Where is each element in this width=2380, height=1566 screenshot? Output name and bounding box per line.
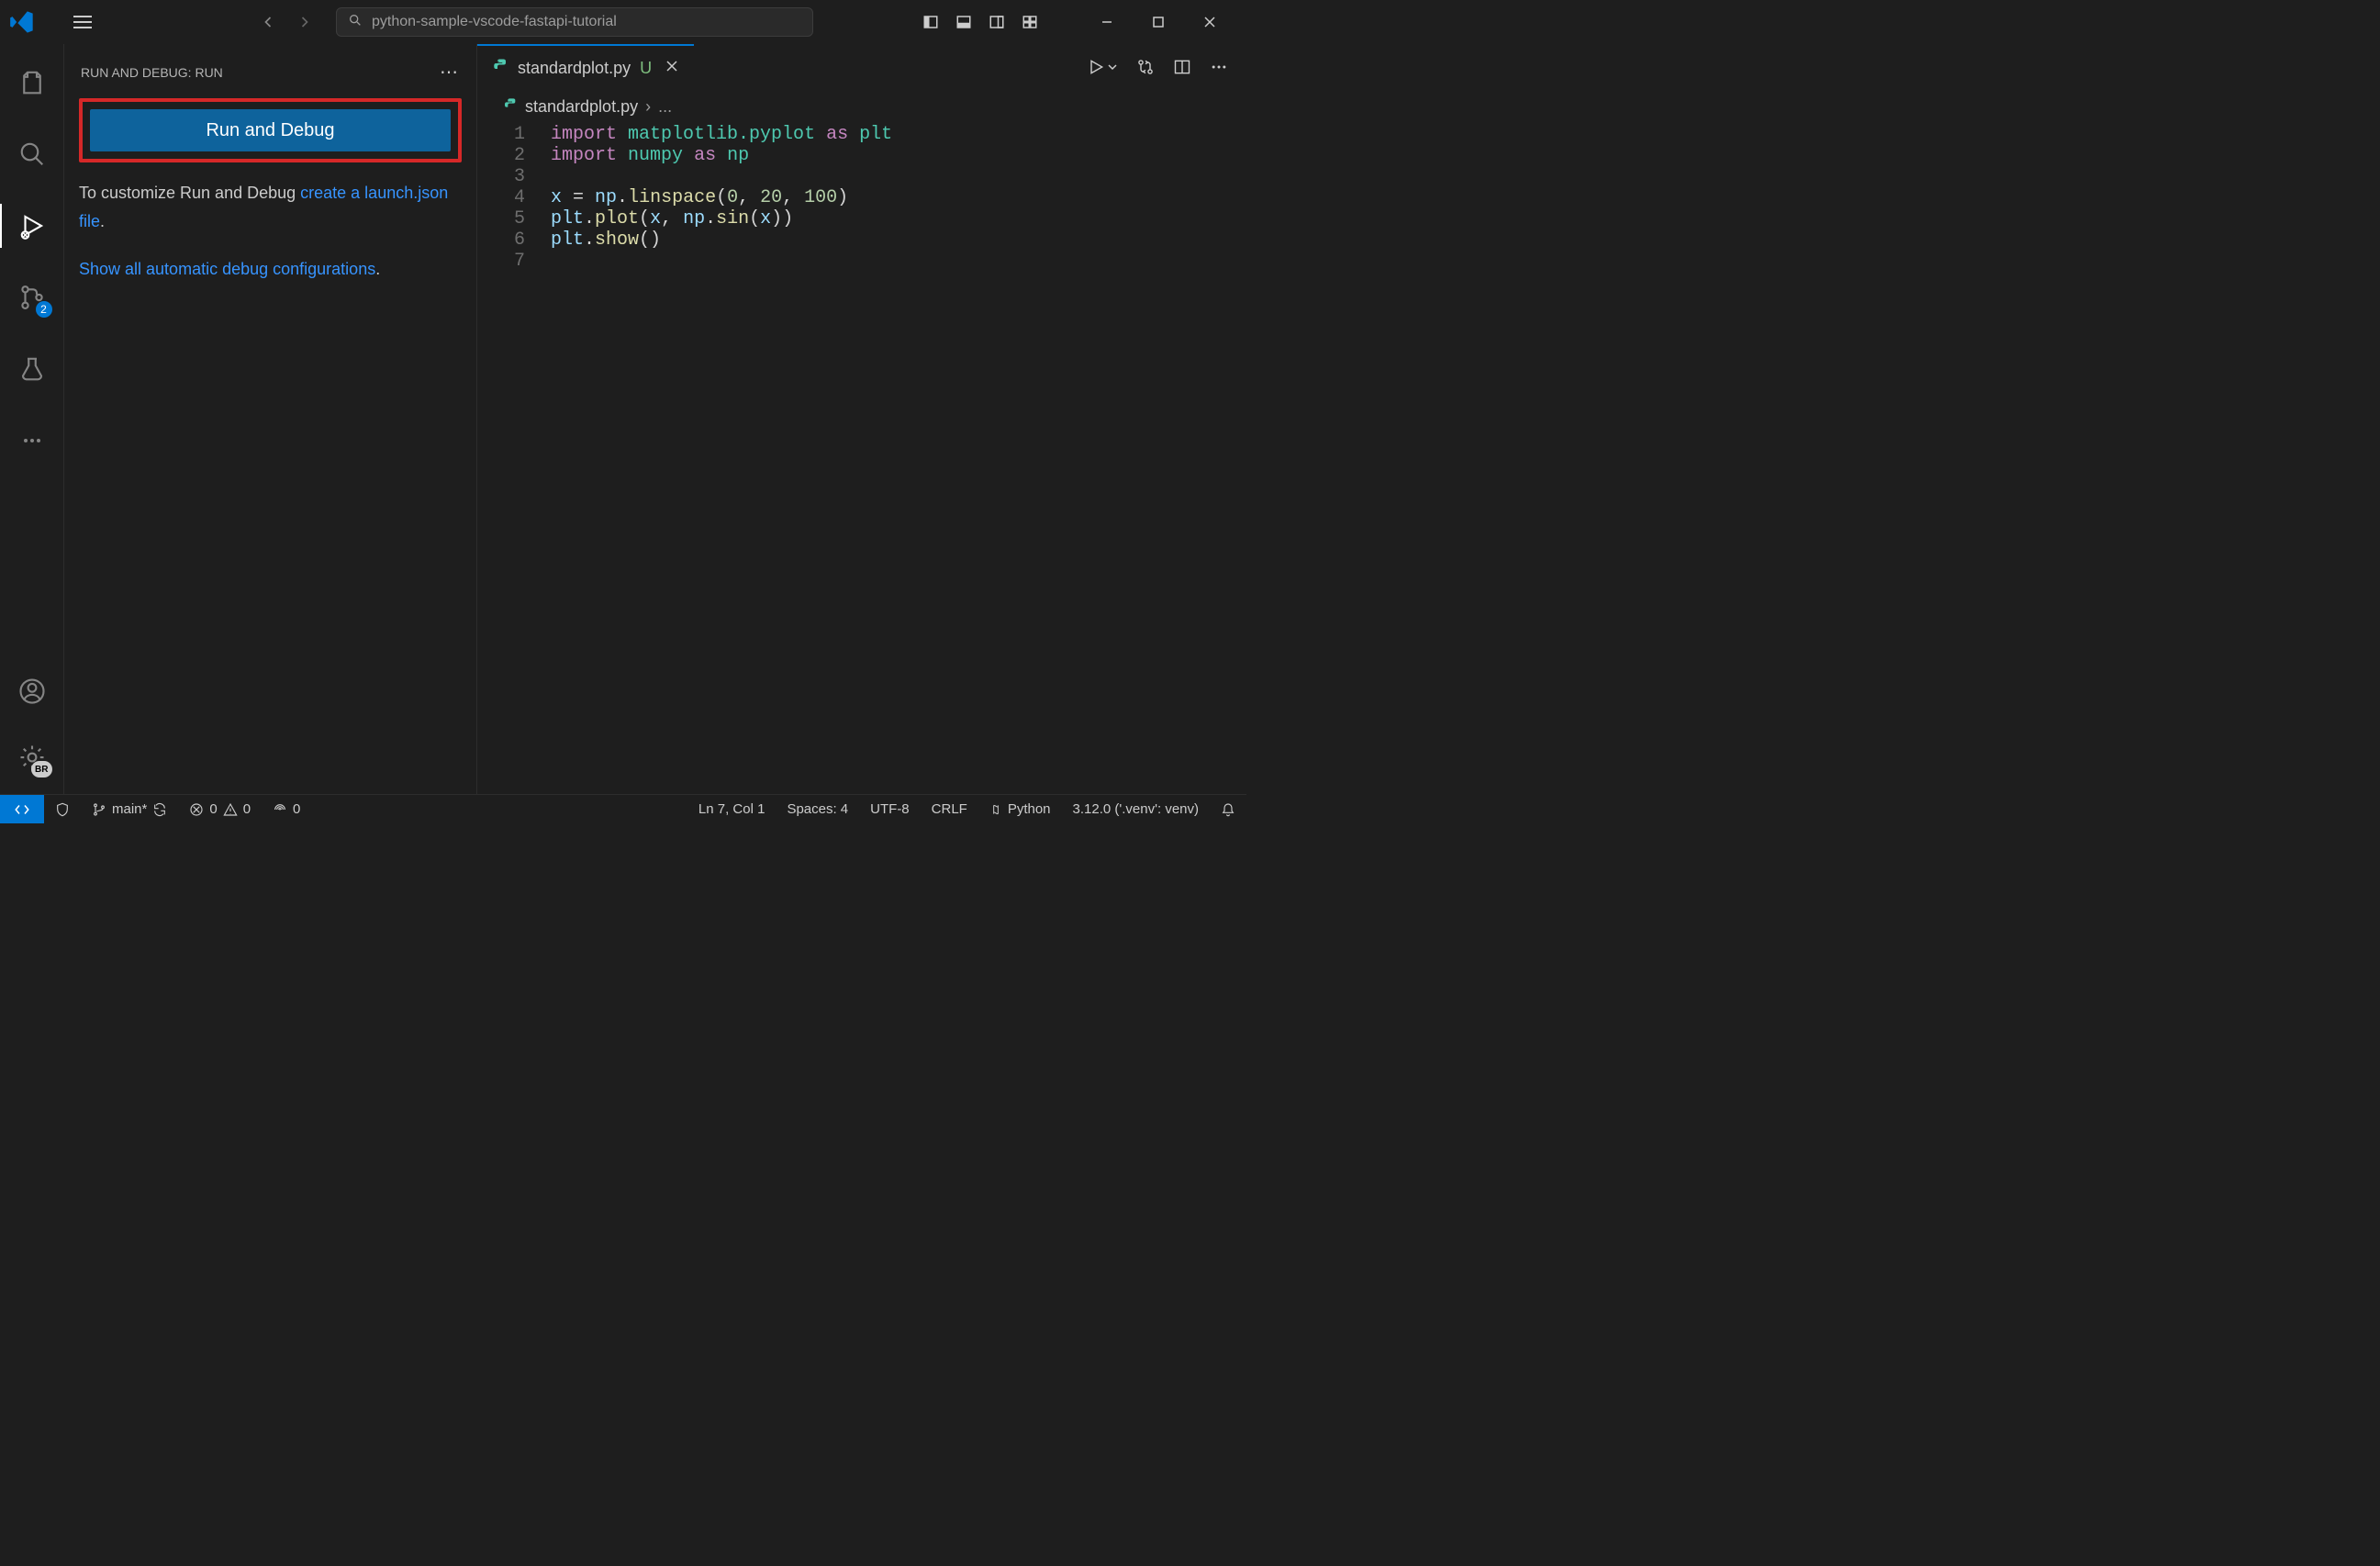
editor-more-icon[interactable] [1210, 58, 1228, 76]
tab-standardplot[interactable]: standardplot.py U [477, 44, 694, 90]
git-compare-icon[interactable] [1136, 58, 1155, 76]
line-number: 4 [477, 187, 551, 208]
code-editor[interactable]: 1import matplotlib.pyplot as plt 2import… [477, 124, 1246, 272]
nav-forward-icon[interactable] [288, 6, 321, 39]
breadcrumb-more: ... [658, 97, 672, 117]
branch-name: main* [112, 801, 147, 817]
layout-customize-icon[interactable] [1015, 7, 1045, 37]
split-editor-icon[interactable] [1173, 58, 1191, 76]
notifications-icon[interactable] [1210, 795, 1246, 823]
run-file-icon[interactable] [1087, 58, 1118, 76]
breadcrumb-separator-icon: › [645, 97, 651, 117]
breadcrumb-file: standardplot.py [525, 97, 638, 117]
encoding[interactable]: UTF-8 [859, 795, 921, 823]
explorer-icon[interactable] [10, 61, 54, 105]
tab-modified-badge: U [640, 59, 652, 78]
layout-sidebar-left-icon[interactable] [916, 7, 945, 37]
additional-views-icon[interactable] [10, 419, 54, 463]
command-center-text: python-sample-vscode-fastapi-tutorial [372, 14, 617, 30]
activity-bar: 2 BR [0, 44, 64, 794]
problems[interactable]: 0 0 [178, 795, 262, 823]
error-count: 0 [209, 801, 217, 817]
remote-indicator-icon[interactable] [0, 795, 44, 823]
search-icon [348, 13, 363, 32]
port-count: 0 [293, 801, 300, 817]
sidebar-more-icon[interactable]: ⋯ [440, 61, 460, 84]
menu-icon[interactable] [68, 10, 97, 34]
trust-icon[interactable] [44, 795, 81, 823]
editor-tabs: standardplot.py U [477, 44, 1246, 90]
run-and-debug-button[interactable]: Run and Debug [90, 109, 451, 151]
search-activity-icon[interactable] [10, 132, 54, 176]
customize-text: To customize Run and Debug [79, 184, 300, 202]
nav-back-icon[interactable] [251, 6, 285, 39]
minimize-icon[interactable] [1089, 4, 1125, 40]
line-number: 5 [477, 208, 551, 229]
ports[interactable]: 0 [262, 795, 311, 823]
layout-sidebar-right-icon[interactable] [982, 7, 1011, 37]
indentation[interactable]: Spaces: 4 [776, 795, 859, 823]
scm-badge: 2 [36, 301, 52, 318]
layout-panel-icon[interactable] [949, 7, 978, 37]
line-number: 3 [477, 166, 551, 187]
breadcrumb[interactable]: standardplot.py › ... [477, 90, 1246, 124]
python-file-icon [492, 58, 508, 79]
titlebar: python-sample-vscode-fastapi-tutorial [0, 0, 1246, 44]
editor-area: standardplot.py U [477, 44, 1246, 794]
maximize-icon[interactable] [1140, 4, 1177, 40]
python-interpreter[interactable]: 3.12.0 ('.venv': venv) [1062, 795, 1210, 823]
run-highlight-box: Run and Debug [79, 98, 462, 162]
testing-icon[interactable] [10, 347, 54, 391]
settings-gear-icon[interactable]: BR [10, 735, 54, 779]
settings-badge: BR [31, 761, 51, 777]
line-number: 7 [477, 251, 551, 272]
command-center[interactable]: python-sample-vscode-fastapi-tutorial [336, 7, 813, 37]
line-number: 2 [477, 145, 551, 166]
git-branch[interactable]: main* [81, 795, 178, 823]
show-configs-link[interactable]: Show all automatic debug configurations [79, 260, 375, 278]
run-debug-sidebar: RUN AND DEBUG: RUN ⋯ Run and Debug To cu… [64, 44, 477, 794]
status-bar: main* 0 0 0 Ln 7, Col 1 Spaces: 4 UTF-8 … [0, 794, 1246, 823]
eol[interactable]: CRLF [921, 795, 978, 823]
language-label: Python [1008, 801, 1051, 817]
run-debug-icon[interactable] [10, 204, 54, 248]
line-number: 6 [477, 229, 551, 251]
line-number: 1 [477, 124, 551, 145]
period2: . [375, 260, 380, 278]
tab-filename: standardplot.py [518, 59, 631, 78]
tab-close-icon[interactable] [665, 59, 679, 78]
source-control-icon[interactable]: 2 [10, 275, 54, 319]
close-icon[interactable] [1191, 4, 1228, 40]
accounts-icon[interactable] [10, 669, 54, 713]
warning-count: 0 [243, 801, 251, 817]
python-file-icon [503, 97, 518, 117]
sidebar-title: RUN AND DEBUG: RUN [81, 65, 223, 80]
sync-icon[interactable] [152, 802, 167, 817]
vscode-logo-icon [9, 9, 35, 35]
cursor-position[interactable]: Ln 7, Col 1 [687, 795, 777, 823]
period1: . [100, 212, 105, 230]
language-mode[interactable]: Python [978, 795, 1062, 823]
